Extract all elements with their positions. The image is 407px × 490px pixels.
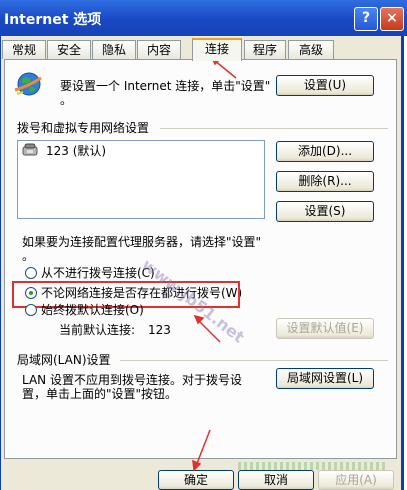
apply-button[interactable]: 应用(A) <box>318 470 394 490</box>
tab-advanced[interactable]: 高级 <box>288 40 334 59</box>
radio-never-dial[interactable] <box>25 267 37 279</box>
ok-button[interactable]: 确定 <box>158 470 234 490</box>
current-default-value: 123 <box>148 323 171 337</box>
tab-programs[interactable]: 程序 <box>244 40 286 59</box>
cancel-button[interactable]: 取消 <box>238 470 314 490</box>
radio-dial-default[interactable] <box>25 304 37 316</box>
background-noise <box>238 462 388 470</box>
dialup-settings-button[interactable]: 设置(S) <box>276 201 374 222</box>
divider <box>120 360 388 361</box>
setup-description-period: 。 <box>60 93 73 107</box>
tab-connections[interactable]: 连接 <box>192 38 242 61</box>
window-title: Internet 选项 <box>4 12 102 28</box>
dialup-heading: 拨号和虚拟专用网络设置 <box>17 121 150 135</box>
lan-description-line2: 置，单击上面的"设置"按钮。 <box>22 387 178 401</box>
list-item-connection[interactable]: 123 (默认) <box>46 144 106 158</box>
phone-connection-icon <box>22 143 38 156</box>
help-button[interactable]: ? <box>354 7 378 31</box>
lan-heading: 局域网(LAN)设置 <box>17 353 111 367</box>
tab-general[interactable]: 常规 <box>2 40 46 59</box>
set-default-button[interactable]: 设置默认值(E) <box>276 318 374 339</box>
lan-settings-button[interactable]: 局域网设置(L) <box>276 368 374 389</box>
lan-description: LAN 设置不应用到拨号连接。对于拨号设 <box>22 373 242 387</box>
proxy-note-period: 。 <box>22 249 35 263</box>
remove-button[interactable]: 删除(R)... <box>276 171 374 192</box>
tab-content[interactable]: 内容 <box>137 40 181 59</box>
setup-description: 要设置一个 Internet 连接，单击"设置" <box>60 79 271 93</box>
add-button[interactable]: 添加(D)... <box>276 141 374 162</box>
option-never-dial-label[interactable]: 从不进行拨号连接(C) <box>41 266 155 280</box>
current-default-label: 当前默认连接: <box>59 323 136 337</box>
option-dial-default-label[interactable]: 始终拨默认连接(O) <box>41 303 144 317</box>
divider <box>160 128 388 129</box>
setup-button[interactable]: 设置(U) <box>276 75 374 96</box>
close-button[interactable]: × <box>380 7 404 31</box>
proxy-note: 如果要为连接配置代理服务器，请选择"设置" <box>22 235 262 249</box>
globe-icon <box>14 72 42 96</box>
tab-privacy[interactable]: 隐私 <box>92 40 136 59</box>
tab-security[interactable]: 安全 <box>47 40 91 59</box>
